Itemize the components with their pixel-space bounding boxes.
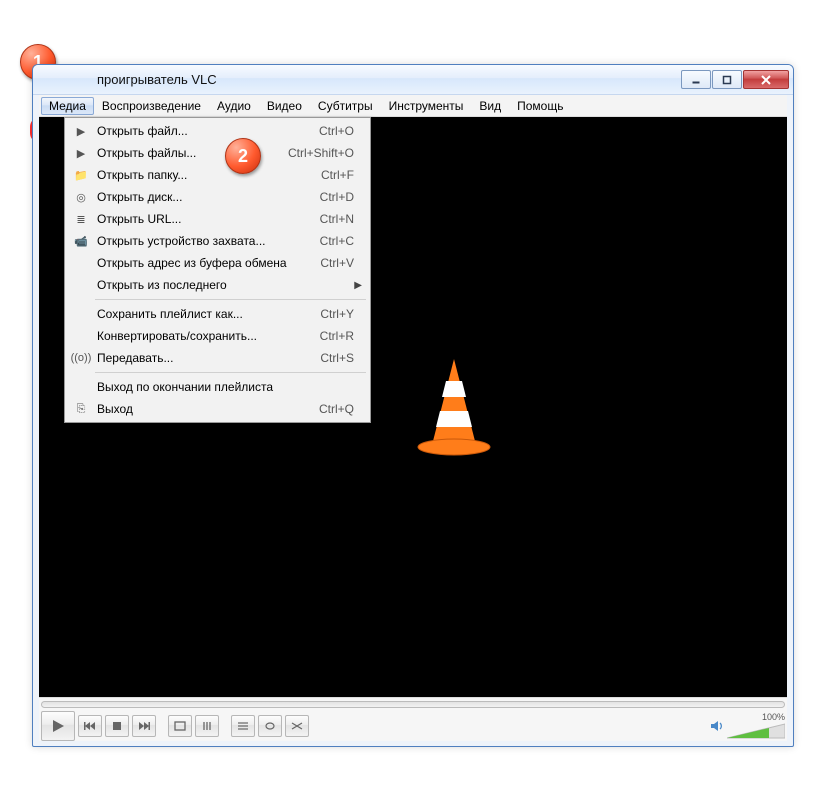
menu-item-открыть-папку-[interactable]: 📁Открыть папку...Ctrl+F [67,164,368,186]
menu-item-icon: ≣ [69,213,93,226]
menu-playback[interactable]: Воспроизведение [94,97,209,115]
menu-tools[interactable]: Инструменты [381,97,472,115]
menu-audio[interactable]: Аудио [209,97,259,115]
menu-item-shortcut: Ctrl+Y [320,307,362,321]
menu-item-открыть-файл-[interactable]: ▶Открыть файл...Ctrl+O [67,120,368,142]
menu-item-открыть-из-последнего[interactable]: Открыть из последнего ▶ [67,274,368,296]
menu-item-открыть-url-[interactable]: ≣Открыть URL...Ctrl+N [67,208,368,230]
media-dropdown: ▶Открыть файл...Ctrl+O▶Открыть файлы...C… [64,117,371,423]
menu-item-label: Открыть папку... [93,168,321,182]
menu-item-label: Открыть из последнего [93,278,346,292]
menu-item-label: Сохранить плейлист как... [93,307,320,321]
menu-separator [95,372,366,373]
menu-item-shortcut: Ctrl+N [320,212,362,226]
volume-percent: 100% [762,712,785,722]
menu-item-label: Передавать... [93,351,320,365]
volume-icon[interactable] [710,719,724,733]
menu-item-shortcut: Ctrl+D [320,190,362,204]
menu-item-label: Открыть файл... [93,124,319,138]
menu-item-shortcut: Ctrl+F [321,168,362,182]
menu-item-label: Конвертировать/сохранить... [93,329,320,343]
button-row: 100% [39,710,787,741]
menu-item-открыть-устройство-захвата-[interactable]: 📹Открыть устройство захвата...Ctrl+C [67,230,368,252]
menu-item-label: Выход [93,402,319,416]
seek-bar[interactable] [39,698,787,710]
menu-media[interactable]: Медиа [41,97,94,115]
menu-item-shortcut: Ctrl+V [320,256,362,270]
vlc-cone-icon [413,357,495,457]
menu-item-shortcut: Ctrl+O [319,124,362,138]
titlebar[interactable]: проигрыватель VLC [33,65,793,95]
submenu-arrow-icon: ▶ [354,280,362,291]
menu-item-открыть-файлы-[interactable]: ▶Открыть файлы...Ctrl+Shift+O [67,142,368,164]
menu-video[interactable]: Видео [259,97,310,115]
play-button[interactable] [41,711,75,741]
menu-item-label: Открыть устройство захвата... [93,234,320,248]
menu-subtitles[interactable]: Субтитры [310,97,381,115]
menu-item-открыть-адрес-из-буфера-обмена[interactable]: Открыть адрес из буфера обменаCtrl+V [67,252,368,274]
menu-item-icon: 📁 [69,169,93,182]
menu-item-icon: ◎ [69,191,93,204]
menu-item-shortcut: Ctrl+Q [319,402,362,416]
menu-help[interactable]: Помощь [509,97,571,115]
menu-item-shortcut: Ctrl+C [320,234,362,248]
menu-item-shortcut: Ctrl+R [320,329,362,343]
menu-item-выход-по-окончании-плейлиста[interactable]: Выход по окончании плейлиста [67,376,368,398]
stop-button[interactable] [105,715,129,737]
minimize-button[interactable] [681,70,711,89]
loop-button[interactable] [258,715,282,737]
menu-item-передавать-[interactable]: ((o))Передавать...Ctrl+S [67,347,368,369]
menu-item-shortcut: Ctrl+Shift+O [288,146,362,160]
shuffle-button[interactable] [285,715,309,737]
close-button[interactable] [743,70,789,89]
menu-item-icon: 📹 [69,235,93,248]
window-buttons [681,70,789,89]
menu-item-выход[interactable]: ⎘ВыходCtrl+Q [67,398,368,420]
menu-item-icon: ▶ [69,147,93,160]
menu-item-shortcut: Ctrl+S [320,351,362,365]
callout-two: 2 [225,138,261,174]
menu-separator [95,299,366,300]
menu-item-icon: ((o)) [69,352,93,364]
volume-slider[interactable] [727,722,785,740]
menu-item-label: Открыть URL... [93,212,320,226]
menu-item-открыть-диск-[interactable]: ◎Открыть диск...Ctrl+D [67,186,368,208]
menu-item-label: Открыть адрес из буфера обмена [93,256,320,270]
menu-item-label: Выход по окончании плейлиста [93,380,354,394]
menu-item-icon: ⎘ [69,403,93,416]
menu-item-сохранить-плейлист-как-[interactable]: Сохранить плейлист как...Ctrl+Y [67,303,368,325]
playlist-button[interactable] [231,715,255,737]
maximize-button[interactable] [712,70,742,89]
menu-item-конвертировать-сохранить-[interactable]: Конвертировать/сохранить...Ctrl+R [67,325,368,347]
controls: 100% [39,697,787,741]
menu-view[interactable]: Вид [471,97,509,115]
menu-item-icon: ▶ [69,125,93,138]
menubar: Медиа Воспроизведение Аудио Видео Субтит… [39,95,787,117]
menu-item-label: Открыть диск... [93,190,320,204]
next-button[interactable] [132,715,156,737]
prev-button[interactable] [78,715,102,737]
fullscreen-button[interactable] [168,715,192,737]
window-title: проигрыватель VLC [41,72,681,87]
seek-track[interactable] [41,701,785,708]
extended-settings-button[interactable] [195,715,219,737]
